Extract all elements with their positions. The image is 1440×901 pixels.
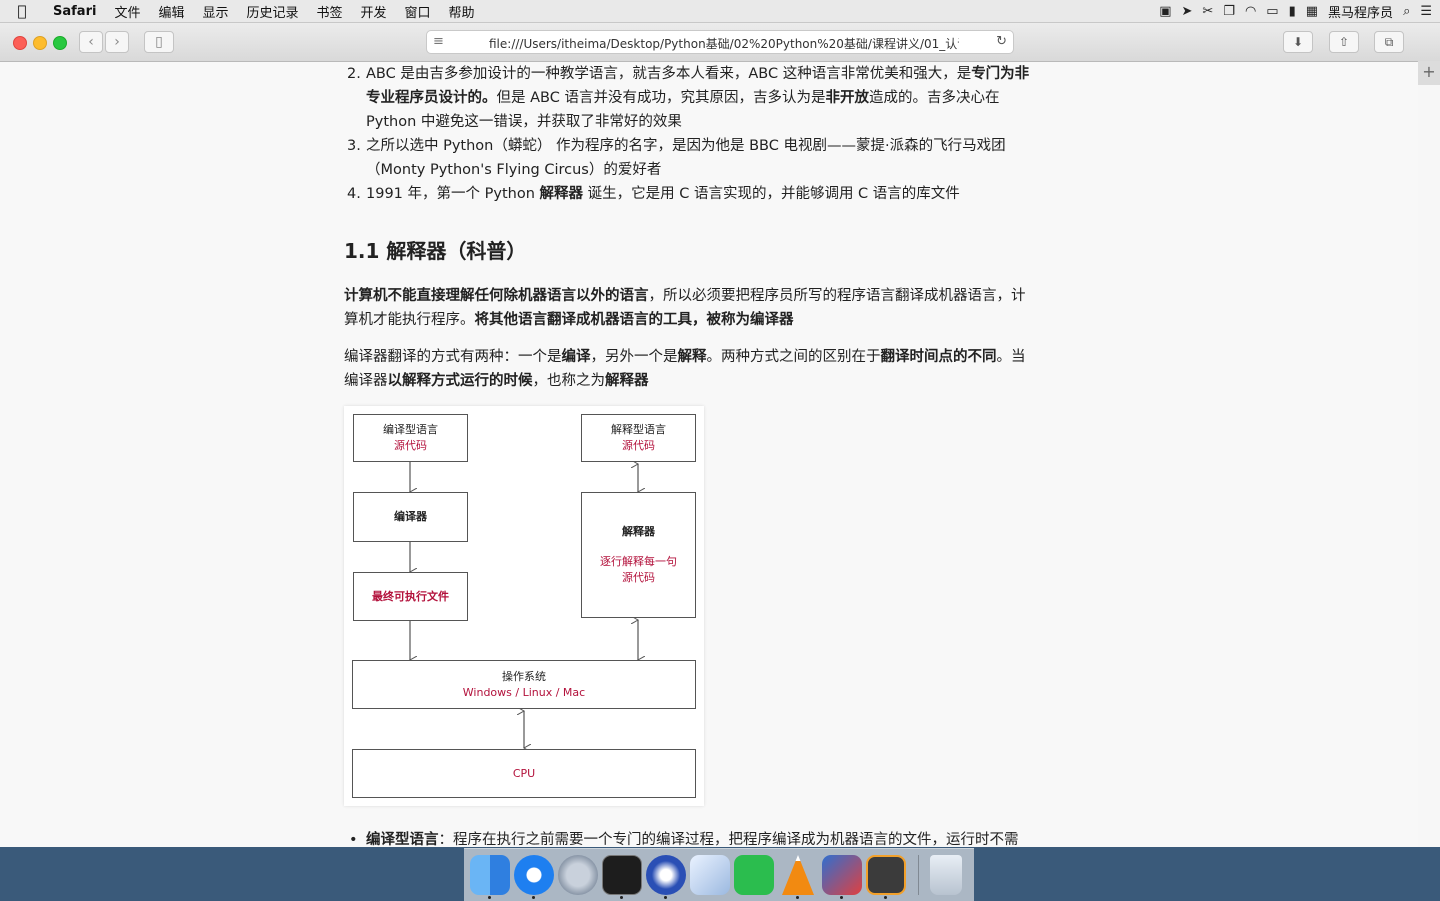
send-icon[interactable]: ➤ [1181,4,1192,19]
running-indicator [664,896,667,899]
menu-window[interactable]: 窗口 [396,2,440,21]
bullet-item: 编译型语言：程序在执行之前需要一个专门的编译过程，把程序编译成为机器语言的文件，… [344,828,1126,847]
interpreter-box: 解释器 逐行解释每一句 源代码 [581,492,696,618]
reload-icon[interactable]: ↻ [996,34,1007,49]
remote-desktop-icon[interactable] [822,855,862,895]
interpreted-language-box: 解释型语言 源代码 [581,414,696,462]
paragraph: 计算机不能直接理解任何除机器语言以外的语言，所以必须要把程序员所写的程序语言翻译… [344,288,1026,328]
menu-develop[interactable]: 开发 [352,2,396,21]
new-tab-button[interactable]: + [1417,61,1440,85]
running-indicator [796,896,799,899]
operating-system-box: 操作系统 Windows / Linux / Mac [352,660,696,709]
screen-recorder-icon[interactable] [646,855,686,895]
menu-edit[interactable]: 编辑 [149,2,193,21]
running-indicator [620,896,623,899]
running-indicator [840,896,843,899]
tabs-overview-button[interactable]: ⧉ [1374,31,1404,53]
maps-icon[interactable] [690,855,730,895]
screen-record-icon[interactable]: ▣ [1159,4,1171,19]
menu-history[interactable]: 历史记录 [237,2,307,21]
apple-menu-icon[interactable]:  [0,2,44,20]
terminal-icon[interactable] [602,855,642,895]
sidebar-toggle-button[interactable]: ▯ [144,31,174,53]
scissors-icon[interactable]: ✂ [1202,4,1213,19]
notification-center-icon[interactable]: ☰ [1420,4,1432,19]
section-heading: 1.1 解释器（科普） [344,239,527,263]
menu-bar:  Safari 文件 编辑 显示 历史记录 书签 开发 窗口 帮助 ▣ ➤ ✂… [0,0,1440,23]
compiled-language-box: 编译型语言 源代码 [353,414,468,462]
sublime-text-icon[interactable] [866,855,906,895]
menu-bookmarks[interactable]: 书签 [308,2,352,21]
maximize-window-button[interactable] [53,36,67,50]
airplay-icon[interactable]: ▭ [1266,4,1278,19]
menu-view[interactable]: 显示 [193,2,237,21]
address-bar[interactable]: ≡ file:///Users/itheima/Desktop/Python基础… [426,30,1014,54]
browser-toolbar: ‹ › ▯ ≡ file:///Users/itheima/Desktop/Py… [0,23,1440,62]
reader-view-icon[interactable]: ≡ [433,34,444,49]
downloads-button[interactable]: ⬇ [1283,31,1313,53]
copy-icon[interactable]: ❐ [1223,4,1235,19]
running-indicator [488,896,491,899]
paragraph: 编译器翻译的方式有两种：一个是编译，另外一个是解释。两种方式之间的区别在于翻译时… [344,349,1026,389]
list-item: 4. 1991 年，第一个 Python 解释器 诞生，它是用 C 语言实现的，… [347,186,960,202]
running-indicator [532,896,535,899]
menu-file[interactable]: 文件 [105,2,149,21]
launchpad-icon[interactable] [558,855,598,895]
menu-help[interactable]: 帮助 [440,2,484,21]
close-window-button[interactable] [13,36,27,50]
spotlight-search-icon[interactable]: ⌕ [1403,4,1410,19]
history-list: 2. ABC 是由吉多参加设计的一种教学语言，就吉多本人看来，ABC 这种语言非… [344,62,1104,206]
interpreter-diagram: 编译型语言 源代码 编译器 最终可执行文件 解释型语言 源代码 解释器 逐行解释… [344,406,704,806]
vlc-icon[interactable] [782,855,814,895]
compiler-box: 编译器 [353,492,468,542]
minimize-window-button[interactable] [33,36,47,50]
safari-window: ‹ › ▯ ≡ file:///Users/itheima/Desktop/Py… [0,23,1440,847]
forward-button[interactable]: › [105,31,129,53]
safari-icon[interactable] [514,855,554,895]
xmind-icon[interactable] [734,855,774,895]
cpu-box: CPU [352,749,696,798]
page-content: 2. ABC 是由吉多参加设计的一种教学语言，就吉多本人看来，ABC 这种语言非… [0,62,1418,847]
url-text[interactable]: file:///Users/itheima/Desktop/Python基础/0… [489,35,959,52]
wifi-icon[interactable]: ◠ [1245,4,1256,19]
trash-icon[interactable] [930,855,962,895]
share-button[interactable]: ⇧ [1329,31,1359,53]
battery-icon[interactable]: ▮ [1289,4,1296,19]
input-method-icon[interactable]: ▦ [1306,4,1318,19]
dock [464,848,974,901]
user-name[interactable]: 黑马程序员 [1328,2,1393,21]
finder-icon[interactable] [470,855,510,895]
running-indicator [884,896,887,899]
menu-safari[interactable]: Safari [44,4,105,19]
list-item: 3. 之所以选中 Python（蟒蛇） 作为程序的名字，是因为他是 BBC 电视… [347,138,1006,178]
back-button[interactable]: ‹ [79,31,103,53]
executable-box: 最终可执行文件 [353,572,468,621]
dock-separator [918,855,919,895]
list-item: 2. ABC 是由吉多参加设计的一种教学语言，就吉多本人看来，ABC 这种语言非… [347,66,1030,130]
